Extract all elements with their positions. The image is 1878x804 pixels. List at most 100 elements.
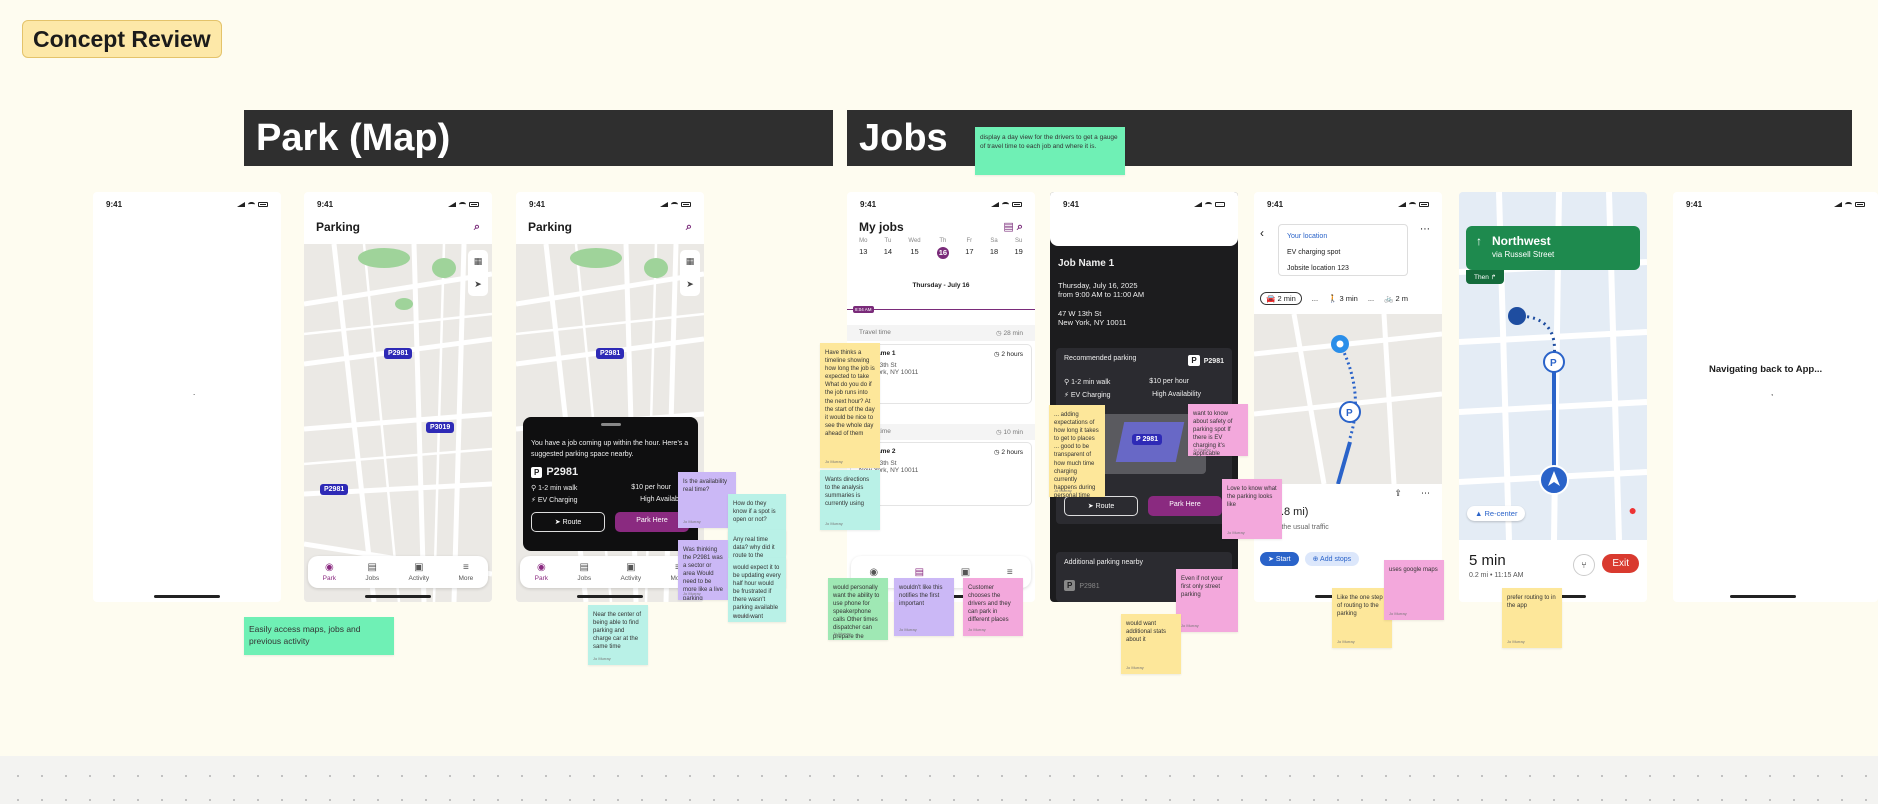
back-icon[interactable]: ‹ [1260, 226, 1264, 240]
sticky-note[interactable]: Like the one step of routing to the park… [1332, 588, 1392, 648]
price: $10 per hour [1149, 378, 1189, 385]
tab-jobs[interactable]: ▤ Jobs [577, 562, 591, 582]
route-button[interactable]: ➤ Route [531, 512, 605, 532]
mode-scooter[interactable]: ... [1368, 294, 1374, 303]
sticky-note[interactable]: Near the center of being able to find pa… [588, 605, 648, 665]
map-layers-icon[interactable]: ▦ [474, 256, 483, 267]
day-item-selected[interactable]: Th 16 [936, 238, 949, 259]
map-layers-icon[interactable]: ▦ [686, 256, 695, 267]
mode-walk[interactable]: 🚶 3 min [1328, 294, 1358, 303]
availability: High Availability [1152, 391, 1201, 398]
activity-icon: ▣ [626, 562, 636, 573]
day-item[interactable]: Su 19 [1014, 238, 1022, 259]
search-icon[interactable]: ⌕ [474, 221, 480, 234]
status-icons [1834, 201, 1865, 207]
tab-more[interactable]: ≡ [1007, 567, 1013, 578]
turn-instruction: ↑ Northwest via Russell Street [1466, 226, 1640, 270]
add-stops-button[interactable]: ⊕ Add stops [1304, 552, 1360, 566]
mode-bike[interactable]: 🚲 2 m [1384, 294, 1408, 303]
frame-label[interactable]: Concept Review [22, 20, 222, 58]
sticky-note[interactable]: ... adding expectations of how long it t… [1049, 405, 1105, 497]
sticky-note[interactable]: would personally want the ability to use… [828, 578, 888, 640]
sticky-note-easy-access[interactable]: Easily access maps, jobs and previous ac… [244, 617, 394, 655]
more-icon[interactable]: ⋯ [1421, 488, 1430, 499]
app-header: Parking ⌕ [304, 216, 492, 238]
day-item[interactable]: Sa 18 [990, 238, 998, 259]
tab-park[interactable]: ◉ Park [535, 562, 548, 582]
whiteboard-canvas[interactable]: Concept Review Park (Map) Jobs display a… [0, 0, 1878, 756]
eta-time: 5 min [1469, 552, 1506, 569]
day-item[interactable]: Fr 17 [965, 238, 973, 259]
activity-icon: ▣ [414, 562, 424, 573]
tab-park[interactable]: ◉ [869, 567, 878, 578]
section-header-park[interactable]: Park (Map) [244, 110, 833, 166]
sticky-note[interactable]: would want additional stats about it Jo M… [1121, 614, 1181, 674]
tab-more[interactable]: ≡More [458, 562, 473, 582]
route-button[interactable]: ➤ Route [1064, 496, 1138, 516]
walk-time: ⚲ 1-2 min walk [531, 485, 578, 492]
sheet-actions: ➤ Route Park Here [531, 512, 690, 532]
search-icon[interactable]: ▤ ⌕ [1003, 220, 1023, 234]
parking-badge: P [1188, 355, 1200, 366]
sticky-note-day-view[interactable]: display a day view for the drivers to ge… [975, 127, 1125, 175]
tab-bar: ◉Park ▤Jobs ▣Activity ≡More [308, 556, 488, 588]
tab-activity[interactable]: ▣ Activity [621, 562, 642, 582]
sticky-note[interactable]: Even if not your first only street parki… [1176, 569, 1238, 632]
search-icon[interactable]: ⌕ [686, 221, 692, 234]
tab-jobs[interactable]: ▤ Jobs [365, 562, 379, 582]
parking-pin[interactable]: P2981 [596, 348, 625, 359]
additional-label: Additional parking nearby [1064, 559, 1143, 566]
route-waypoints[interactable]: Your location EV charging spot Jobsite l… [1278, 224, 1408, 276]
sticky-note[interactable]: prefer routing to in the app Jo Murray [1502, 588, 1562, 648]
tab-activity[interactable]: ▣ Activity [409, 562, 430, 582]
waypoint-destination: Jobsite location 123 [1287, 265, 1349, 272]
locate-icon[interactable]: ➤ [686, 279, 694, 290]
sticky-note[interactable]: uses google maps Jo Murray [1384, 560, 1444, 620]
tab-jobs[interactable]: ▤ [915, 567, 924, 578]
sticky-note[interactable]: wouldn't like this notifies the first im… [894, 578, 954, 636]
start-button[interactable]: ➤ Start [1260, 552, 1299, 566]
parking-badge: P [531, 467, 543, 478]
tab-bar: ◉Park ▤Jobs ▣Activity ≡More [520, 556, 700, 588]
mode-drive[interactable]: 🚘 2 min [1260, 292, 1302, 305]
more-icon[interactable]: ⋯ [1420, 224, 1430, 235]
day-item[interactable]: Wed 15 [908, 238, 920, 259]
tab-park[interactable]: ◉ Park [323, 562, 336, 582]
day-item[interactable]: Tu 14 [884, 238, 892, 259]
park-here-button[interactable]: Park Here [1148, 496, 1222, 516]
recenter-button[interactable]: ▲ Re-center [1467, 506, 1526, 521]
sheet-grabber[interactable] [600, 423, 621, 426]
arrow-up-icon: ↑ [1476, 234, 1482, 248]
sticky-note[interactable]: Love to know what the parking looks like… [1222, 479, 1282, 539]
parking-pin[interactable]: P3019 [426, 422, 455, 433]
parking-pin[interactable]: P2981 [320, 484, 349, 495]
ev-charging: ⚡ EV Charging [1064, 392, 1111, 399]
recommended-label: Recommended parking [1064, 355, 1137, 362]
mode-transit[interactable]: ... [1312, 294, 1318, 303]
home-indicator [365, 595, 431, 598]
parking-pin[interactable]: P2981 [384, 348, 413, 359]
status-bar: 9:41 [1254, 192, 1442, 216]
home-indicator [577, 595, 643, 598]
activity-icon: ▣ [960, 566, 971, 578]
date-label: Thursday - July 16 [912, 282, 970, 289]
day-item[interactable]: Mo 13 [859, 238, 867, 259]
map-view[interactable]: P [1254, 314, 1442, 484]
map-view[interactable]: ▦ ➤ P2981 P3019 P2981 [304, 244, 492, 602]
route-options-icon[interactable]: ⑂ [1573, 554, 1595, 576]
sticky-note[interactable]: Have thinks a timeline showing how long … [820, 343, 880, 468]
screen-parking-map: 9:41 Parking ⌕ ▦ ➤ P2981 P3019 P2981 ◉ P… [304, 192, 492, 602]
locate-icon[interactable]: ➤ [474, 279, 482, 290]
sticky-note[interactable]: would expect it to be updating every hal… [728, 558, 786, 622]
tab-activity[interactable]: ▣ [961, 567, 970, 578]
sticky-note[interactable]: Customer chooses the drivers and they ca… [963, 578, 1023, 636]
map-pin-icon: ◉ [324, 562, 334, 573]
eta-detail: 0.2 mi • 11:15 AM [1469, 572, 1524, 579]
sticky-note[interactable]: want to know about safety of parking spo… [1188, 404, 1248, 456]
calendar-icon: ▤ [367, 562, 377, 573]
sticky-note[interactable]: Wants directions to the analysis summari… [820, 470, 880, 530]
exit-button[interactable]: Exit [1602, 554, 1639, 573]
share-icon[interactable]: ⇪ [1394, 488, 1402, 499]
ev-charging: ⚡ EV Charging [531, 497, 578, 504]
sticky-note[interactable]: Was thinking the P2981 was a sector or a… [678, 540, 728, 600]
